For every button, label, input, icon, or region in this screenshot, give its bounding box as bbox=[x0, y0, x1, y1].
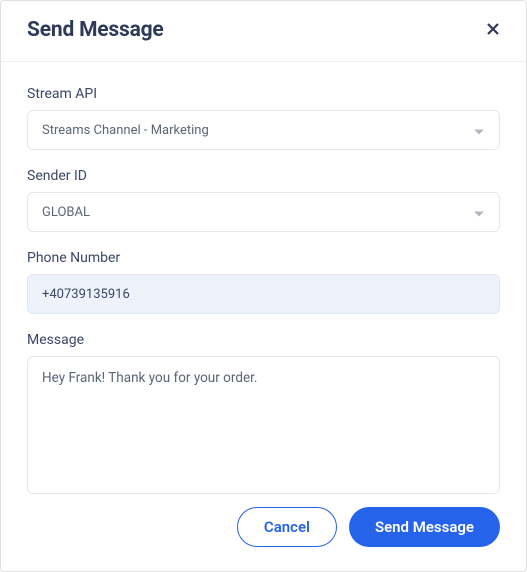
stream-api-value: Streams Channel - Marketing bbox=[42, 123, 473, 138]
message-group: Message 36 characters typed bbox=[27, 332, 500, 497]
chevron-down-icon bbox=[473, 121, 485, 140]
close-icon bbox=[486, 20, 500, 40]
sender-id-label: Sender ID bbox=[27, 168, 500, 184]
message-textarea[interactable] bbox=[27, 356, 500, 494]
send-message-modal: Send Message Stream API Streams Channel … bbox=[0, 0, 527, 572]
phone-number-group: Phone Number bbox=[27, 250, 500, 314]
stream-api-select[interactable]: Streams Channel - Marketing bbox=[27, 110, 500, 150]
sender-id-select[interactable]: GLOBAL bbox=[27, 192, 500, 232]
sender-id-group: Sender ID GLOBAL bbox=[27, 168, 500, 232]
phone-number-label: Phone Number bbox=[27, 250, 500, 266]
modal-header: Send Message bbox=[1, 1, 526, 62]
cancel-button[interactable]: Cancel bbox=[237, 507, 337, 547]
modal-title: Send Message bbox=[27, 18, 164, 42]
chevron-down-icon bbox=[473, 203, 485, 222]
stream-api-label: Stream API bbox=[27, 86, 500, 102]
close-button[interactable] bbox=[482, 17, 504, 43]
send-message-button[interactable]: Send Message bbox=[349, 507, 500, 547]
modal-footer: Cancel Send Message bbox=[1, 497, 526, 571]
message-label: Message bbox=[27, 332, 500, 348]
phone-number-input[interactable] bbox=[27, 274, 500, 314]
modal-body: Stream API Streams Channel - Marketing S… bbox=[1, 62, 526, 497]
stream-api-group: Stream API Streams Channel - Marketing bbox=[27, 86, 500, 150]
sender-id-value: GLOBAL bbox=[42, 205, 473, 220]
